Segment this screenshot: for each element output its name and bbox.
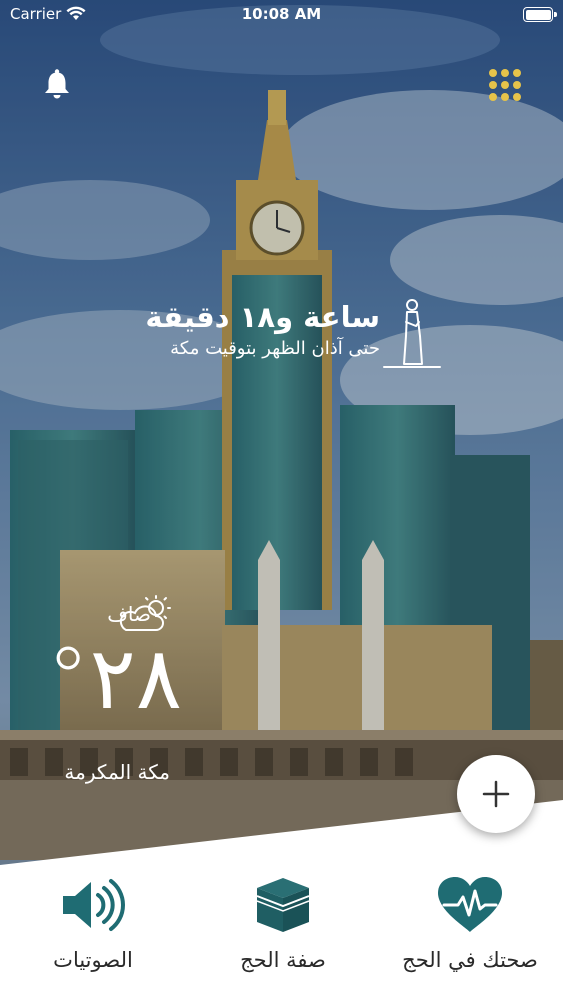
countdown-caption: حتى آذان الظهر بتوقيت مكة [170, 338, 380, 359]
plus-icon [482, 780, 510, 808]
partly-cloudy-icon [119, 595, 171, 631]
prayer-countdown: ساعة و١٨ دقيقة حتى آذان الظهر بتوقيت مكة [100, 300, 380, 359]
praying-man-icon [383, 299, 441, 368]
city-name: مكة المكرمة [64, 760, 170, 784]
heart-pulse-icon [438, 877, 502, 932]
nav-hajj-description-label: صفة الحج [240, 948, 326, 972]
temperature: ٢٨° [46, 629, 182, 729]
nav-health-in-hajj[interactable]: صحتك في الحج [385, 876, 555, 972]
nav-audio-label: الصوتيات [53, 948, 133, 972]
grid-menu-icon[interactable] [487, 67, 523, 103]
nav-health-label: صحتك في الحج [402, 948, 538, 972]
nav-hajj-description[interactable]: صفة الحج [198, 876, 368, 972]
kaaba-icon [256, 878, 310, 932]
add-button[interactable] [457, 755, 535, 833]
status-time: 10:08 AM [241, 5, 322, 23]
status-bar: Carrier 10:08 AM [0, 0, 563, 30]
nav-audio[interactable]: الصوتيات [8, 876, 178, 972]
battery-icon [523, 7, 557, 22]
bell-icon[interactable] [42, 68, 72, 100]
countdown-time: ساعة و١٨ دقيقة [145, 300, 380, 334]
speaker-icon [63, 879, 125, 931]
